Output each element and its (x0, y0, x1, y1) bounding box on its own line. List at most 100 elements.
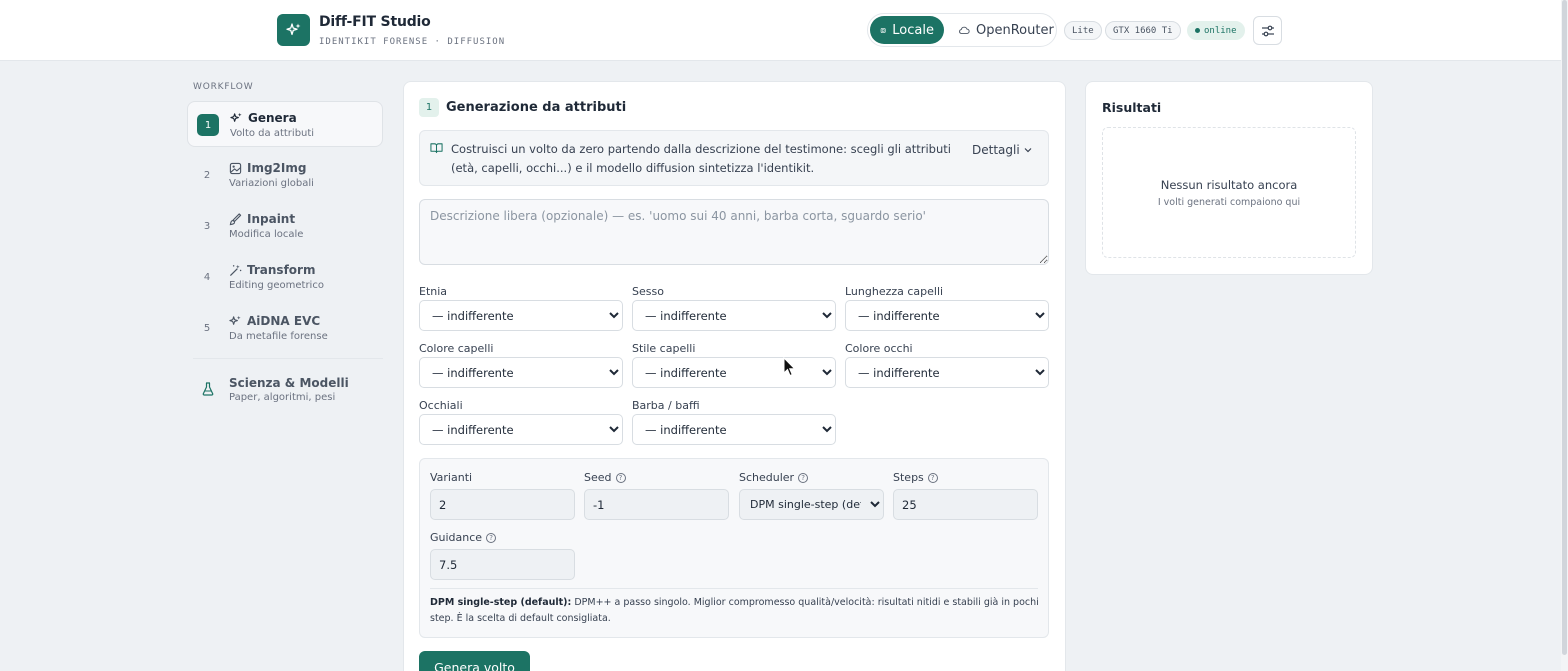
mode-openrouter-button[interactable]: OpenRouter (948, 16, 1064, 44)
etnia-select[interactable]: — indifferente (419, 300, 623, 331)
sidebar-item-title: Transform (247, 263, 316, 277)
variants-input[interactable] (430, 489, 575, 520)
status-dot (1195, 28, 1200, 33)
mode-openrouter-label: OpenRouter (976, 22, 1054, 38)
image-icon (229, 162, 242, 175)
params-divider (430, 588, 1038, 589)
field-label-barba-baffi: Barba / baffi (632, 399, 700, 412)
science-subtitle: Paper, algoritmi, pesi (229, 392, 336, 403)
scheduler-select[interactable]: DPM single-step (default) (739, 489, 884, 520)
seed-label: Seed? (584, 471, 626, 484)
steps-label: Steps? (893, 471, 938, 484)
step-number: 2 (203, 169, 211, 181)
brush-icon (229, 213, 242, 226)
seed-label-text: Seed (584, 471, 612, 484)
guidance-input[interactable] (430, 549, 575, 580)
sidebar-item-science[interactable]: Scienza & Modelli Paper, algoritmi, pesi (187, 373, 383, 409)
steps-label-text: Steps (893, 471, 924, 484)
chip-lite: Lite (1064, 21, 1102, 40)
sidebar-item-subtitle: Editing geometrico (229, 280, 324, 291)
app-logo (277, 14, 310, 46)
sidebar-item-transform[interactable]: 4 Transform Editing geometrico (187, 254, 383, 300)
empty-subtitle: I volti generati compaiono qui (1157, 197, 1301, 208)
sparkles-icon (230, 112, 242, 122)
wand-icon (229, 264, 242, 277)
help-icon[interactable]: ? (486, 532, 497, 543)
description-input[interactable] (419, 199, 1049, 265)
mode-local-label: Locale (892, 22, 934, 38)
sidebar-item-title: Img2Img (247, 161, 307, 175)
eye-color-select[interactable]: — indifferente (845, 357, 1049, 388)
beard-select[interactable]: — indifferente (632, 414, 836, 445)
help-icon[interactable]: ? (615, 472, 626, 483)
book-icon (430, 143, 443, 154)
step-number: 1 (197, 114, 219, 136)
sidebar-item-subtitle: Volto da attributi (230, 128, 315, 139)
hair-length-select[interactable]: — indifferente (845, 300, 1049, 331)
sidebar-divider (193, 358, 383, 359)
scrollbar-thumb[interactable] (1562, 0, 1567, 655)
top-header: Diff-FIT Studio IDENTIKIT FORENSE · DIFF… (0, 0, 1561, 61)
field-label-colore-capelli: Colore capelli (419, 342, 494, 355)
step-badge: 1 (419, 98, 439, 117)
results-empty-state: Nessun risultato ancora I volti generati… (1102, 127, 1356, 258)
mode-local-button[interactable]: Locale (870, 16, 944, 44)
step-number: 3 (203, 220, 211, 232)
chip-icon (880, 27, 886, 33)
help-icon[interactable]: ? (927, 472, 938, 483)
seed-input[interactable] (584, 489, 729, 520)
cursor-icon (783, 357, 796, 377)
glasses-select[interactable]: — indifferente (419, 414, 623, 445)
page-scrollbar[interactable] (1561, 0, 1568, 671)
field-label-sesso: Sesso (632, 285, 664, 298)
scheduler-label-text: Scheduler (739, 471, 795, 484)
status-badge: online (1187, 21, 1245, 40)
guidance-label-text: Guidance (430, 531, 483, 544)
sparkles-icon (229, 315, 241, 325)
help-icon[interactable]: ? (798, 472, 809, 483)
mode-toggle: Locale OpenRouter (867, 13, 1057, 47)
sesso-select[interactable]: — indifferente (632, 300, 836, 331)
sliders-icon (1261, 25, 1274, 36)
details-label: Dettagli (972, 143, 1020, 157)
field-label-occhiali: Occhiali (419, 399, 463, 412)
sidebar-item-aidna-evc[interactable]: 5 AiDNA EVC Da metafile forense (187, 305, 383, 351)
sidebar-item-inpaint[interactable]: 3 Inpaint Modifica locale (187, 203, 383, 249)
app-title: Diff-FIT Studio (319, 14, 431, 30)
guidance-label: Guidance? (430, 531, 497, 544)
scheduler-label: Scheduler? (739, 471, 809, 484)
science-title: Scienza & Modelli (229, 376, 349, 390)
field-label-etnia: Etnia (419, 285, 448, 298)
workflow-section-label: WORKFLOW (193, 82, 254, 92)
status-label: online (1204, 25, 1237, 36)
sidebar-item-img2img[interactable]: 2 Img2Img Variazioni globali (187, 152, 383, 198)
results-title: Risultati (1102, 100, 1162, 115)
sidebar-item-subtitle: Variazioni globali (229, 178, 314, 189)
variants-label: Varianti (430, 471, 472, 484)
cloud-icon (959, 26, 970, 34)
scheduler-desc-title: DPM single-step (default): (430, 597, 572, 608)
app-subtitle: IDENTIKIT FORENSE · DIFFUSION (319, 37, 506, 47)
settings-button[interactable] (1253, 16, 1282, 45)
sidebar-item-title: AiDNA EVC (247, 314, 321, 328)
variants-label-text: Varianti (430, 471, 473, 484)
generate-face-button[interactable]: Genera volto (419, 651, 530, 671)
sidebar-item-title: Genera (248, 111, 297, 125)
sidebar-item-genera[interactable]: 1 Genera Volto da attributi (187, 101, 383, 147)
field-label-stile-capelli: Stile capelli (632, 342, 696, 355)
details-toggle[interactable]: Dettagli (972, 143, 1032, 157)
chevron-down-icon (1024, 148, 1032, 153)
chip-gpu: GTX 1660 Ti (1105, 21, 1181, 40)
hair-style-select[interactable]: — indifferente (632, 357, 836, 388)
step-number: 5 (203, 322, 211, 334)
field-label-lunghezza-capelli: Lunghezza capelli (845, 285, 944, 298)
hair-color-select[interactable]: — indifferente (419, 357, 623, 388)
scheduler-description: DPM single-step (default): DPM++ a passo… (430, 595, 1040, 626)
sidebar-item-subtitle: Modifica locale (229, 229, 304, 240)
sparkles-icon (285, 23, 300, 36)
steps-input[interactable] (893, 489, 1038, 520)
sidebar-item-subtitle: Da metafile forense (229, 331, 328, 342)
card-title: Generazione da attributi (446, 100, 627, 115)
step-number: 4 (203, 271, 211, 283)
field-label-colore-occhi: Colore occhi (845, 342, 913, 355)
